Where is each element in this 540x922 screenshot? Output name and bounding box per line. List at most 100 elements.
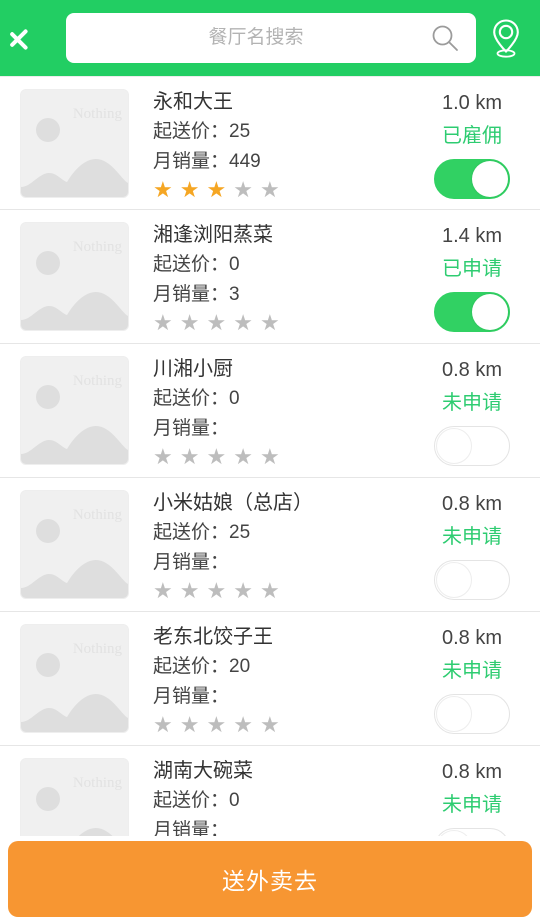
star-icon: ★ xyxy=(179,578,200,603)
status-label: 已雇佣 xyxy=(442,125,502,147)
star-icon: ★ xyxy=(206,712,227,737)
status-label: 未申请 xyxy=(442,392,502,414)
restaurant-row[interactable]: Nothing 湘逢浏阳蒸菜 起送价：0 月销量：3 ★ ★ ★ ★ ★ 1.4 km 已申请 xyxy=(0,210,540,344)
star-icon: ★ xyxy=(259,444,280,469)
hire-toggle[interactable] xyxy=(434,560,510,600)
rating-stars: ★★★★★ xyxy=(153,312,420,334)
star-icon: ★ xyxy=(206,177,227,202)
location-pin-icon xyxy=(493,19,519,58)
restaurant-name: 小米姑娘（总店） xyxy=(153,492,313,514)
restaurant-row[interactable]: Nothing 小米姑娘（总店） 起送价：25 月销量： ★ ★ ★ ★ ★ 0.8 km 未申请 xyxy=(0,478,540,612)
star-icon: ★ xyxy=(179,310,200,335)
hire-toggle[interactable] xyxy=(434,159,510,199)
hire-toggle[interactable] xyxy=(434,292,510,332)
deliver-button[interactable]: 送外卖去 xyxy=(8,841,532,917)
toggle-knob xyxy=(472,294,508,330)
star-icon: ★ xyxy=(179,177,200,202)
star-icon: ★ xyxy=(233,712,253,737)
restaurant-side-info: 0.8 km 未申请 xyxy=(420,488,540,600)
status-label: 未申请 xyxy=(442,526,502,548)
restaurant-row[interactable]: Nothing 永和大王 起送价：25 月销量：449 ★ ★ ★ ★ ★ 1.0 km 已雇佣 xyxy=(0,76,540,210)
status-label: 已申请 xyxy=(442,258,502,280)
restaurant-thumbnail-placeholder: Nothing xyxy=(20,624,129,733)
restaurant-info: 湘逢浏阳蒸菜 起送价：0 月销量：3 ★ ★ ★ ★ ★ xyxy=(129,220,420,334)
distance-label: 0.8 km xyxy=(441,359,503,381)
distance-label: 0.8 km xyxy=(441,761,503,783)
rating-stars: ★★★★★ xyxy=(153,714,420,736)
restaurant-name: 湖南大碗菜 xyxy=(153,760,253,782)
placeholder-mountain-icon xyxy=(21,292,128,330)
monthly-sales: 月销量： xyxy=(153,686,230,707)
distance-label: 0.8 km xyxy=(441,493,503,515)
thumbnail-placeholder-label: Nothing xyxy=(72,106,122,122)
restaurant-name: 永和大王 xyxy=(153,91,233,113)
status-label: 未申请 xyxy=(442,660,502,682)
back-button[interactable] xyxy=(6,7,62,69)
star-icon: ★ xyxy=(259,310,280,335)
restaurant-side-info: 0.8 km 未申请 xyxy=(420,622,540,734)
restaurant-info: 老东北饺子王 起送价：20 月销量： ★ ★ ★ ★ ★ xyxy=(129,622,420,736)
star-icon: ★ xyxy=(179,712,200,737)
bottom-action-bar: 送外卖去 xyxy=(0,836,540,922)
star-icon: ★ xyxy=(206,444,227,469)
star-icon: ★ xyxy=(233,177,253,202)
restaurant-row[interactable]: Nothing 川湘小厨 起送价：0 月销量： ★ ★ ★ ★ ★ 0.8 km 未申请 xyxy=(0,344,540,478)
thumbnail-placeholder-label: Nothing xyxy=(72,239,122,255)
toggle-knob xyxy=(472,161,508,197)
star-icon: ★ xyxy=(153,712,173,737)
hire-toggle[interactable] xyxy=(434,694,510,734)
placeholder-mountain-icon xyxy=(21,560,128,598)
toggle-knob xyxy=(436,428,472,464)
placeholder-sun-icon xyxy=(36,251,60,275)
restaurant-thumbnail-placeholder: Nothing xyxy=(20,222,129,331)
hire-toggle[interactable] xyxy=(434,426,510,466)
star-icon: ★ xyxy=(153,444,173,469)
star-icon: ★ xyxy=(179,444,200,469)
monthly-sales: 月销量： xyxy=(153,552,230,573)
star-icon: ★ xyxy=(153,310,173,335)
restaurant-name: 老东北饺子王 xyxy=(153,626,273,648)
distance-label: 1.4 km xyxy=(441,225,503,247)
toggle-knob xyxy=(436,696,472,732)
min-price: 起送价：25 xyxy=(153,121,251,142)
min-price: 起送价：20 xyxy=(153,656,251,677)
restaurant-thumbnail-placeholder: Nothing xyxy=(20,356,129,465)
monthly-sales: 月销量：449 xyxy=(153,151,261,172)
thumbnail-placeholder-label: Nothing xyxy=(72,373,122,389)
rating-stars: ★★★★★ xyxy=(153,446,420,468)
thumbnail-placeholder-label: Nothing xyxy=(72,641,122,657)
restaurant-name: 川湘小厨 xyxy=(153,358,233,380)
star-icon: ★ xyxy=(233,444,253,469)
restaurant-thumbnail-placeholder: Nothing xyxy=(20,490,129,599)
placeholder-sun-icon xyxy=(36,787,60,811)
placeholder-mountain-icon xyxy=(21,426,128,464)
min-price: 起送价：25 xyxy=(153,522,251,543)
star-icon: ★ xyxy=(153,578,173,603)
restaurant-side-info: 1.4 km 已申请 xyxy=(420,220,540,332)
restaurant-name: 湘逢浏阳蒸菜 xyxy=(153,224,273,246)
restaurant-side-info: 0.8 km 未申请 xyxy=(420,354,540,466)
rating-stars: ★★★★★ xyxy=(153,179,420,201)
placeholder-sun-icon xyxy=(36,653,60,677)
thumbnail-placeholder-label: Nothing xyxy=(72,507,122,523)
status-label: 未申请 xyxy=(442,794,502,816)
search-input[interactable] xyxy=(66,13,476,63)
app-header xyxy=(0,0,540,76)
star-icon: ★ xyxy=(259,578,280,603)
star-icon: ★ xyxy=(259,177,280,202)
star-icon: ★ xyxy=(233,578,253,603)
thumbnail-placeholder-label: Nothing xyxy=(72,775,122,791)
restaurant-thumbnail-placeholder: Nothing xyxy=(20,89,129,198)
min-price: 起送价：0 xyxy=(153,790,240,811)
star-icon: ★ xyxy=(153,177,173,202)
restaurant-info: 小米姑娘（总店） 起送价：25 月销量： ★ ★ ★ ★ ★ xyxy=(129,488,420,602)
placeholder-mountain-icon xyxy=(21,694,128,732)
restaurant-info: 川湘小厨 起送价：0 月销量： ★ ★ ★ ★ ★ xyxy=(129,354,420,468)
placeholder-sun-icon xyxy=(36,519,60,543)
restaurant-row[interactable]: Nothing 老东北饺子王 起送价：20 月销量： ★ ★ ★ ★ ★ 0.8 km 未申请 xyxy=(0,612,540,746)
search-box[interactable] xyxy=(66,13,476,63)
restaurant-list[interactable]: Nothing 永和大王 起送价：25 月销量：449 ★ ★ ★ ★ ★ 1.0 km 已雇佣 No… xyxy=(0,76,540,922)
rating-stars: ★★★★★ xyxy=(153,580,420,602)
placeholder-sun-icon xyxy=(36,385,60,409)
location-button[interactable] xyxy=(482,7,530,69)
